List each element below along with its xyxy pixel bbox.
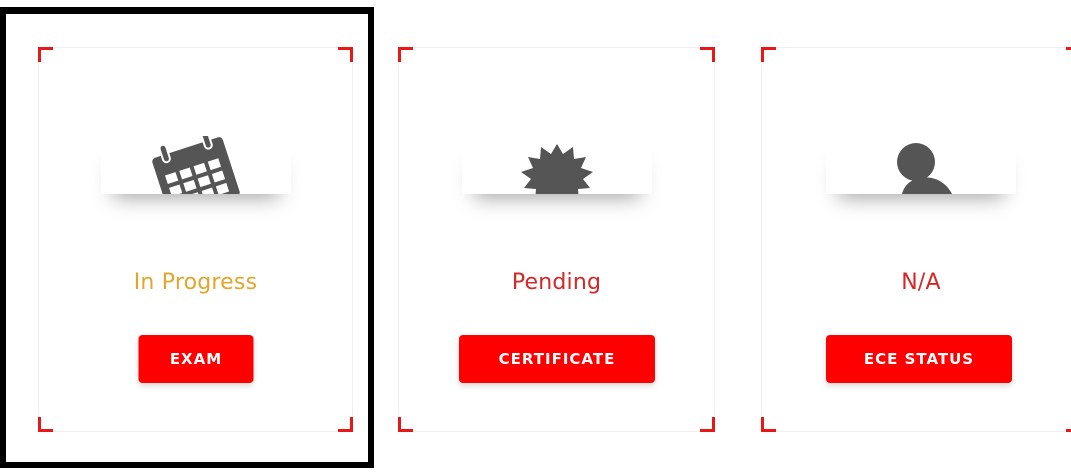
ece-status-text: N/A bbox=[901, 270, 941, 295]
corner-bracket bbox=[338, 417, 353, 432]
corner-bracket bbox=[38, 417, 53, 432]
corner-bracket bbox=[700, 47, 715, 62]
certificate-status-text: Pending bbox=[511, 270, 602, 295]
corner-bracket bbox=[338, 47, 353, 62]
exam-card: In Progress EXAM bbox=[38, 47, 353, 432]
corner-bracket bbox=[700, 417, 715, 432]
corner-bracket bbox=[398, 417, 413, 432]
user-icon bbox=[897, 143, 952, 194]
ece-status-card: N/A ECE STATUS bbox=[761, 47, 1071, 432]
exam-status-text: In Progress bbox=[133, 270, 258, 295]
corner-bracket bbox=[761, 47, 776, 62]
ece-status-icon-box bbox=[826, 136, 1016, 194]
corner-bracket bbox=[1066, 417, 1071, 432]
ece-status-button[interactable]: ECE STATUS bbox=[826, 335, 1012, 383]
corner-bracket bbox=[38, 47, 53, 62]
corner-bracket bbox=[1066, 47, 1071, 62]
exam-button[interactable]: EXAM bbox=[138, 335, 254, 383]
certificate-button[interactable]: CERTIFICATE bbox=[459, 335, 655, 383]
certificate-badge-icon bbox=[520, 144, 593, 194]
certificate-icon-box bbox=[461, 136, 652, 194]
certificate-card: Pending CERTIFICATE bbox=[398, 47, 715, 432]
calendar-icon bbox=[151, 136, 240, 194]
corner-bracket bbox=[761, 417, 776, 432]
corner-bracket bbox=[398, 47, 413, 62]
exam-icon-box bbox=[100, 136, 291, 194]
